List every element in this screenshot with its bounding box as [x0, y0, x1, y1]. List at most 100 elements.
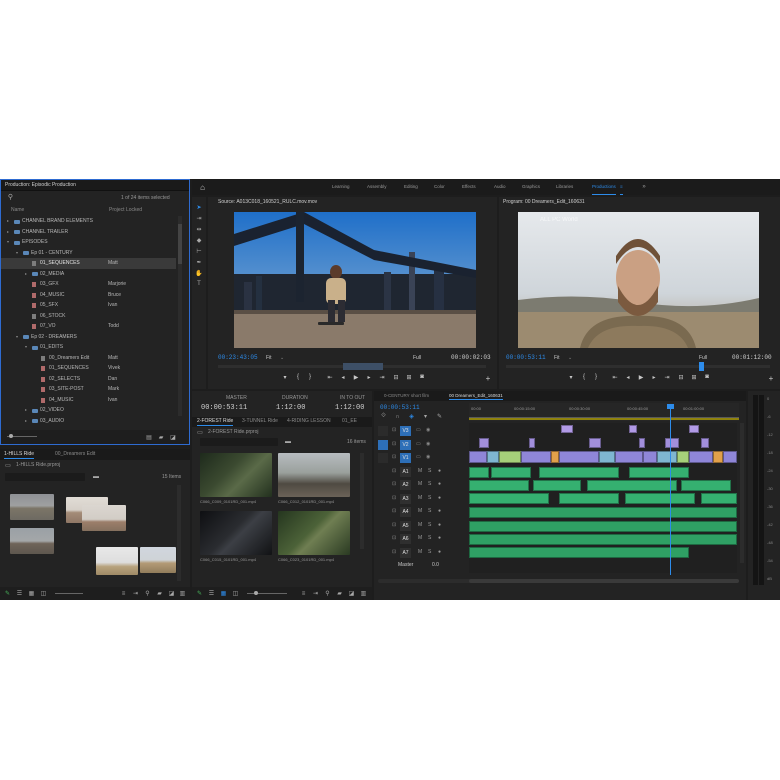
- mark-in-icon[interactable]: {: [294, 374, 302, 380]
- tab-forest-ride[interactable]: 2-FOREST Ride: [197, 418, 234, 426]
- project-tree-item[interactable]: ▸ 02_VIDEO: [1, 405, 176, 416]
- disclosure-closed-icon[interactable]: ▸: [7, 227, 9, 238]
- tab-01-ee[interactable]: 01_EE: [342, 418, 357, 425]
- slip-tool-icon[interactable]: ⊢: [195, 247, 203, 255]
- bin-view-icon[interactable]: ▬: [92, 473, 100, 481]
- track-label[interactable]: A2: [400, 480, 411, 490]
- project-scrollbar[interactable]: [178, 216, 182, 416]
- solo-button[interactable]: S: [428, 468, 431, 475]
- mute-button[interactable]: M: [418, 468, 422, 475]
- clip-thumbnail[interactable]: [82, 505, 126, 531]
- track-header[interactable]: ⊡ V3 ▭ ◉: [374, 425, 469, 437]
- workspace-tab-assembly[interactable]: Assembly: [367, 179, 387, 195]
- media-view-icon[interactable]: ▬: [284, 438, 292, 446]
- overwrite-icon[interactable]: ⊞: [405, 374, 413, 381]
- sync-lock-icon[interactable]: ▭: [416, 427, 421, 434]
- timeline-playhead[interactable]: [670, 405, 671, 575]
- automate-icon[interactable]: ⇥: [312, 590, 319, 597]
- audio-clip[interactable]: [625, 493, 695, 504]
- mute-button[interactable]: M: [418, 508, 422, 515]
- source-patch[interactable]: [378, 453, 388, 463]
- pencil-icon[interactable]: ✎: [4, 590, 11, 597]
- workspace-menu-icon[interactable]: ≡: [620, 179, 623, 195]
- search-icon[interactable]: ⚲: [7, 193, 14, 201]
- audio-clip[interactable]: [469, 480, 529, 491]
- disclosure-closed-icon[interactable]: ▸: [25, 269, 27, 280]
- disclosure-closed-icon[interactable]: ▸: [7, 216, 9, 227]
- source-fit-chevron-icon[interactable]: ⌄: [280, 355, 284, 362]
- video-clip[interactable]: [689, 451, 713, 463]
- freeform-view-icon[interactable]: ◫: [40, 590, 47, 597]
- button-editor-plus-icon[interactable]: +: [767, 374, 775, 383]
- sort-icon[interactable]: ≡: [300, 590, 307, 597]
- lock-icon[interactable]: ⊡: [392, 454, 396, 461]
- step-forward-icon[interactable]: ▸: [650, 374, 658, 381]
- bin-search-input[interactable]: [5, 473, 85, 481]
- go-to-out-icon[interactable]: ⇥: [663, 374, 671, 381]
- graphic-clip[interactable]: [639, 438, 645, 448]
- tab-century-short[interactable]: 0-CENTURY short film: [384, 392, 429, 399]
- add-marker-icon[interactable]: ◈: [408, 413, 415, 420]
- clear-icon[interactable]: ▥: [179, 590, 186, 597]
- master-track-value[interactable]: 0.0: [432, 562, 439, 569]
- list-view-icon[interactable]: ☰: [16, 590, 23, 597]
- play-icon[interactable]: ▶: [352, 374, 360, 381]
- video-clip[interactable]: [559, 451, 599, 463]
- mark-in-icon[interactable]: {: [580, 374, 588, 380]
- project-tree-item[interactable]: 04_MUSIC Ivan: [1, 395, 176, 406]
- go-to-in-icon[interactable]: ⇤: [326, 374, 334, 381]
- icon-view-icon[interactable]: ▦: [220, 590, 227, 597]
- voice-over-record-icon[interactable]: ●: [438, 535, 441, 542]
- work-area-bar[interactable]: [469, 418, 739, 420]
- sync-lock-icon[interactable]: ▭: [416, 441, 421, 448]
- voice-over-record-icon[interactable]: ●: [438, 508, 441, 515]
- graphic-clip[interactable]: [561, 425, 573, 433]
- playhead-handle[interactable]: [667, 404, 674, 409]
- project-tree-item[interactable]: 05_SFX Ivan: [1, 300, 176, 311]
- new-item-icon[interactable]: ◪: [348, 590, 355, 597]
- lock-icon[interactable]: ⊡: [392, 495, 396, 502]
- mark-out-icon[interactable]: }: [306, 374, 314, 380]
- step-back-icon[interactable]: ◂: [339, 374, 347, 381]
- track-header[interactable]: ⊡ V1 ▭ ◉: [374, 452, 469, 464]
- audio-clip[interactable]: [491, 467, 531, 478]
- voice-over-record-icon[interactable]: ●: [438, 495, 441, 502]
- button-editor-plus-icon[interactable]: +: [484, 374, 492, 383]
- lock-icon[interactable]: ⊡: [392, 427, 396, 434]
- step-forward-icon[interactable]: ▸: [365, 374, 373, 381]
- audio-clip[interactable]: [681, 480, 731, 491]
- source-scrub-bar[interactable]: [218, 363, 486, 370]
- timeline-hscroll[interactable]: [469, 579, 739, 583]
- video-clip[interactable]: [599, 451, 615, 463]
- chevron-right-double-icon[interactable]: »: [640, 183, 648, 191]
- mute-button[interactable]: M: [418, 549, 422, 556]
- zoom-slider-handle[interactable]: [9, 434, 13, 438]
- marker-icon[interactable]: ▾: [422, 413, 429, 420]
- video-clip[interactable]: [677, 451, 689, 463]
- audio-clip[interactable]: [559, 493, 619, 504]
- project-tree-item[interactable]: ▾ Ep 02 - DREAMERS: [1, 332, 176, 343]
- clip-thumbnail[interactable]: [140, 547, 176, 573]
- graphic-clip[interactable]: [701, 438, 709, 448]
- graphic-clip[interactable]: [479, 438, 489, 448]
- track-label[interactable]: A7: [400, 547, 411, 558]
- program-fit-chevron-icon[interactable]: ⌄: [568, 355, 572, 362]
- video-clip[interactable]: [551, 451, 559, 463]
- pencil-icon[interactable]: ✎: [196, 590, 203, 597]
- lock-icon[interactable]: ⊡: [392, 481, 396, 488]
- tab-tunnel-ride[interactable]: 3-TUNNEL Ride: [242, 418, 278, 425]
- new-item-menu-icon[interactable]: ◪: [169, 433, 177, 441]
- eye-icon[interactable]: ◉: [426, 441, 430, 448]
- video-clip[interactable]: [713, 451, 723, 463]
- audio-clip[interactable]: [629, 467, 689, 478]
- project-tree-item[interactable]: ▸ CHANNEL TRAILER: [1, 227, 176, 238]
- add-marker-icon[interactable]: ▾: [281, 374, 289, 381]
- track-header[interactable]: ⊡ V2 ▭ ◉: [374, 439, 469, 451]
- media-search-input[interactable]: [200, 438, 278, 446]
- home-icon[interactable]: ⌂: [198, 183, 207, 192]
- insert-icon[interactable]: ⊟: [392, 374, 400, 381]
- mark-out-icon[interactable]: }: [592, 374, 600, 380]
- new-bin-icon[interactable]: ▰: [156, 590, 163, 597]
- project-tree-item[interactable]: ▾ EPISODES: [1, 237, 176, 248]
- workspace-tab-effects[interactable]: Effects: [462, 179, 476, 195]
